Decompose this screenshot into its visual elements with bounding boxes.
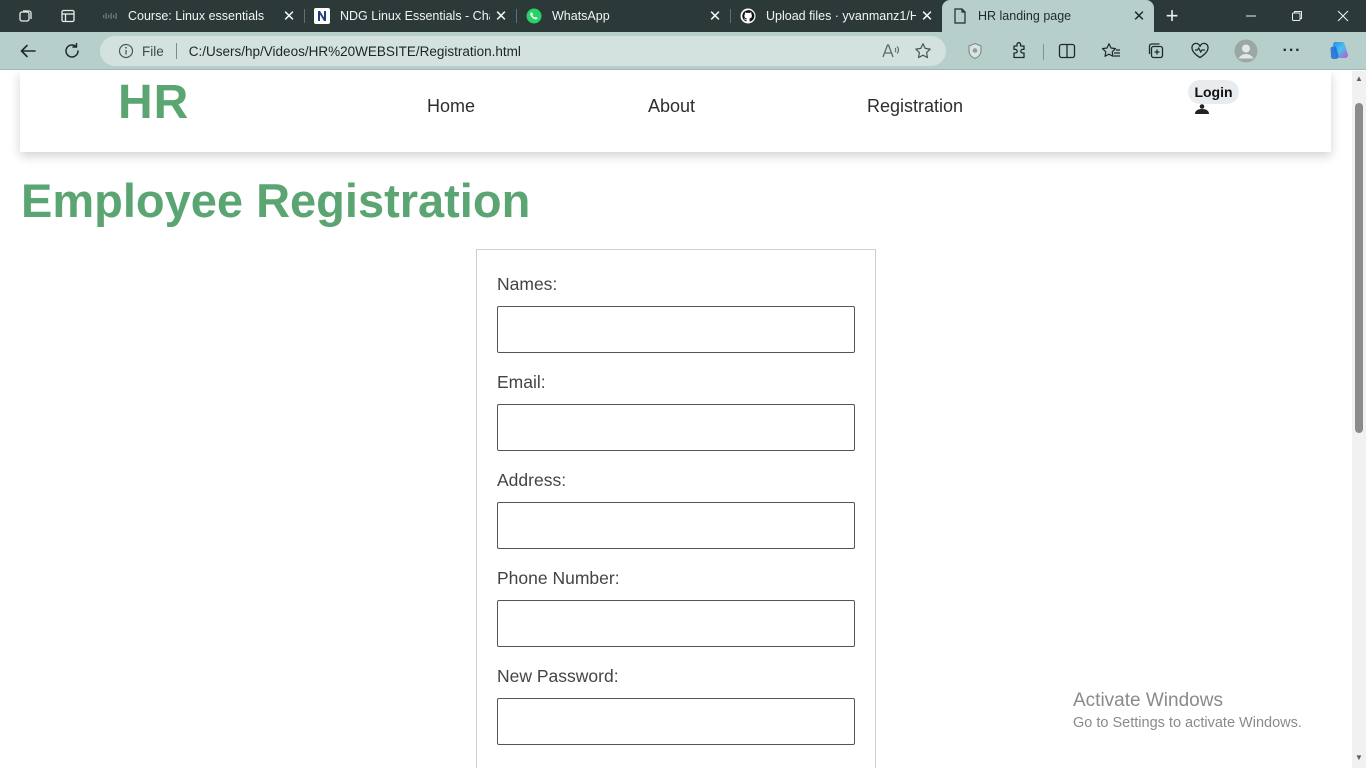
browser-tab-bar: Course: Linux essentials ✕ NDG Linux Ess…: [0, 0, 1366, 32]
close-window-icon[interactable]: [1320, 0, 1366, 32]
tab-title: Upload files · yvanmanz1/Hu: [766, 9, 916, 23]
email-label: Email:: [497, 372, 546, 392]
nav-link-about[interactable]: About: [648, 96, 695, 117]
windows-activation-watermark: Activate Windows Go to Settings to activ…: [1073, 690, 1302, 731]
close-tab-icon[interactable]: ✕: [704, 5, 726, 27]
shield-icon[interactable]: [964, 40, 986, 62]
extensions-icon[interactable]: [1008, 40, 1030, 62]
tab-actions-icon[interactable]: [54, 4, 82, 28]
tab-title: Course: Linux essentials: [128, 9, 265, 23]
tab-title: HR landing page: [978, 9, 1072, 23]
scheme-label: File: [142, 43, 164, 59]
workspaces-icon[interactable]: [12, 4, 40, 28]
back-arrow-icon[interactable]: [13, 36, 43, 66]
read-aloud-icon[interactable]: [882, 42, 900, 60]
page-viewport: HR Home About Registration Login Employe…: [0, 71, 1352, 768]
address-bar[interactable]: File C:/Users/hp/Videos/HR%20WEBSITE/Reg…: [100, 36, 946, 66]
new-tab-icon[interactable]: +: [1158, 3, 1186, 28]
user-icon[interactable]: [1194, 104, 1210, 114]
favorites-icon[interactable]: [1100, 40, 1122, 62]
names-input[interactable]: [497, 306, 855, 353]
names-label: Names:: [497, 274, 558, 294]
split-screen-icon[interactable]: [1056, 40, 1078, 62]
tab-title: WhatsApp: [552, 9, 610, 23]
tab-title: NDG Linux Essentials - Chap: [340, 9, 490, 23]
vertical-scrollbar[interactable]: ▲ ▼: [1352, 71, 1366, 768]
address-label: Address:: [497, 470, 567, 490]
restore-icon[interactable]: [1274, 0, 1320, 32]
scroll-down-arrow-icon[interactable]: ▼: [1355, 754, 1363, 762]
ndg-icon: [314, 8, 330, 24]
registration-form: Names: Email: Address: Phone Number: New…: [476, 249, 876, 768]
browser-toolbar: File C:/Users/hp/Videos/HR%20WEBSITE/Reg…: [0, 32, 1366, 70]
tab-whatsapp[interactable]: WhatsApp ✕: [516, 0, 730, 32]
site-header: HR Home About Registration Login: [20, 71, 1331, 152]
login-button[interactable]: Login: [1188, 80, 1239, 104]
address-input[interactable]: [497, 502, 855, 549]
nav-link-registration[interactable]: Registration: [867, 96, 963, 117]
close-tab-icon[interactable]: ✕: [916, 5, 938, 27]
scrollbar-thumb[interactable]: [1355, 103, 1363, 433]
collections-icon[interactable]: [1145, 40, 1167, 62]
new-password-label: New Password:: [497, 666, 619, 686]
close-tab-icon[interactable]: ✕: [490, 5, 512, 27]
phone-number-input[interactable]: [497, 600, 855, 647]
profile-avatar-icon[interactable]: [1234, 39, 1258, 63]
page-title: Employee Registration: [21, 174, 531, 227]
info-icon[interactable]: [118, 43, 134, 59]
tab-ndg-linux[interactable]: NDG Linux Essentials - Chap ✕: [304, 0, 516, 32]
favorite-star-icon[interactable]: [914, 42, 932, 60]
scroll-up-arrow-icon[interactable]: ▲: [1355, 75, 1363, 83]
toolbar-divider: [1043, 44, 1044, 60]
tab-github-upload[interactable]: Upload files · yvanmanz1/Hu ✕: [730, 0, 942, 32]
whatsapp-icon: [526, 8, 542, 24]
close-tab-icon[interactable]: ✕: [1128, 5, 1150, 27]
nav-link-home[interactable]: Home: [427, 96, 475, 117]
site-logo[interactable]: HR: [118, 75, 189, 130]
copilot-icon[interactable]: [1327, 39, 1351, 63]
tab-course-linux[interactable]: Course: Linux essentials ✕: [92, 0, 304, 32]
more-options-icon[interactable]: ···: [1281, 40, 1303, 62]
url-text[interactable]: C:/Users/hp/Videos/HR%20WEBSITE/Registra…: [189, 44, 882, 59]
cisco-icon: [102, 8, 118, 24]
tab-hr-landing[interactable]: HR landing page ✕: [942, 0, 1154, 32]
watermark-subtitle: Go to Settings to activate Windows.: [1073, 715, 1302, 731]
watermark-title: Activate Windows: [1073, 690, 1223, 711]
page-icon: [952, 8, 968, 24]
browser-essentials-icon[interactable]: [1189, 40, 1211, 62]
github-icon: [740, 8, 756, 24]
address-divider: [175, 43, 177, 59]
close-tab-icon[interactable]: ✕: [278, 5, 300, 27]
refresh-icon[interactable]: [57, 36, 87, 66]
phone-number-label: Phone Number:: [497, 568, 620, 588]
new-password-input[interactable]: [497, 698, 855, 745]
minimize-icon[interactable]: [1228, 0, 1274, 32]
email-input[interactable]: [497, 404, 855, 451]
